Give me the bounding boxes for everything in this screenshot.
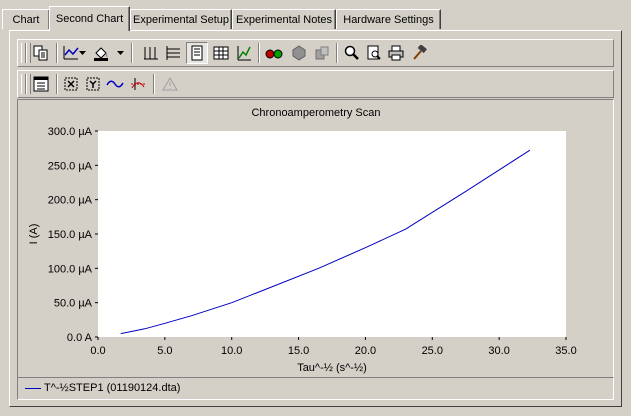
hammer-icon[interactable] bbox=[408, 42, 430, 64]
y-tick-label: 200.0 µA bbox=[48, 195, 93, 207]
x-tick-label: 10.0 bbox=[221, 345, 242, 357]
copy-icon[interactable] bbox=[30, 42, 52, 64]
tab-second-chart[interactable]: Second Chart bbox=[49, 6, 130, 31]
chart-title: Chronoamperometry Scan bbox=[251, 107, 380, 119]
palette-icon[interactable] bbox=[311, 42, 333, 64]
x-tick-label: 25.0 bbox=[422, 345, 443, 357]
x-tick-label: 15.0 bbox=[288, 345, 309, 357]
dropdown-arrow-icon[interactable] bbox=[116, 42, 126, 64]
tab-chart[interactable]: Chart bbox=[2, 9, 50, 29]
toolbar-separator bbox=[56, 74, 58, 94]
x-tick-label: 5.0 bbox=[157, 345, 172, 357]
x-tick-label: 35.0 bbox=[555, 345, 576, 357]
printer-icon[interactable] bbox=[385, 42, 407, 64]
data-table-icon[interactable] bbox=[30, 73, 52, 95]
cursor-icon[interactable] bbox=[127, 73, 149, 95]
wave-icon[interactable] bbox=[104, 73, 126, 95]
print-preview-icon[interactable] bbox=[363, 42, 385, 64]
y-tick-label: 150.0 µA bbox=[48, 229, 93, 241]
y-tick-label: 0.0 A bbox=[67, 332, 93, 344]
plot-background bbox=[98, 131, 566, 337]
x-tick-label: 30.0 bbox=[488, 345, 509, 357]
x-tick-label: 20.0 bbox=[355, 345, 376, 357]
tab-strip: Chart Second Chart Experimental Setup Ex… bbox=[0, 0, 631, 31]
log-scale-icon[interactable] bbox=[233, 42, 255, 64]
toolbar-separator bbox=[56, 43, 58, 63]
tab-experimental-setup[interactable]: Experimental Setup bbox=[130, 9, 232, 29]
tab-hardware-settings[interactable]: Hardware Settings bbox=[336, 9, 441, 29]
zoom-icon[interactable] bbox=[341, 42, 363, 64]
toolbar-separator bbox=[131, 43, 133, 63]
y-axis: 0.0 A 50.0 µA 100.0 µA 150.0 µA 200.0 µA 250.… bbox=[48, 126, 98, 344]
vertical-grid-icon[interactable] bbox=[140, 42, 162, 64]
warning-icon[interactable] bbox=[159, 73, 181, 95]
main-toolbar bbox=[17, 39, 614, 67]
toolbar-separator bbox=[336, 43, 338, 63]
y-tick-label: 300.0 µA bbox=[48, 126, 93, 138]
x-axis: 0.0 5.0 10.0 15.0 20.0 25.0 30.0 35.0 bbox=[90, 337, 577, 357]
y-tick-label: 100.0 µA bbox=[48, 263, 93, 275]
legend: T^-½STEP1 (01190124.dta) bbox=[17, 377, 614, 400]
horizontal-grid-icon[interactable] bbox=[162, 42, 184, 64]
table-grid-icon[interactable] bbox=[210, 42, 232, 64]
chart-area: Chronoamperometry Scan 0.0 A 50.0 µA 100.0… bbox=[17, 99, 614, 378]
dropdown-arrow-icon[interactable] bbox=[78, 42, 88, 64]
chart-svg[interactable]: Chronoamperometry Scan 0.0 A 50.0 µA 100.0… bbox=[18, 100, 615, 379]
legend-label: T^-½STEP1 (01190124.dta) bbox=[44, 382, 181, 394]
secondary-toolbar bbox=[17, 70, 614, 98]
legend-swatch bbox=[25, 388, 41, 389]
x-tick-label: 0.0 bbox=[90, 345, 105, 357]
y-axis-label: I (A) bbox=[28, 224, 40, 245]
fill-color-icon[interactable] bbox=[90, 42, 112, 64]
page-layout-icon[interactable] bbox=[186, 42, 208, 64]
glasses-icon[interactable] bbox=[263, 42, 285, 64]
toolbar-separator bbox=[153, 74, 155, 94]
x-axis-icon[interactable] bbox=[60, 73, 82, 95]
x-axis-label: Tau^-½ (s^-½) bbox=[297, 362, 367, 374]
y-tick-label: 50.0 µA bbox=[54, 298, 93, 310]
tab-experimental-notes[interactable]: Experimental Notes bbox=[232, 9, 336, 29]
y-axis-icon[interactable] bbox=[82, 73, 104, 95]
color-wheel-icon[interactable] bbox=[288, 42, 310, 64]
toolbar-separator bbox=[258, 43, 260, 63]
y-tick-label: 250.0 µA bbox=[48, 160, 93, 172]
